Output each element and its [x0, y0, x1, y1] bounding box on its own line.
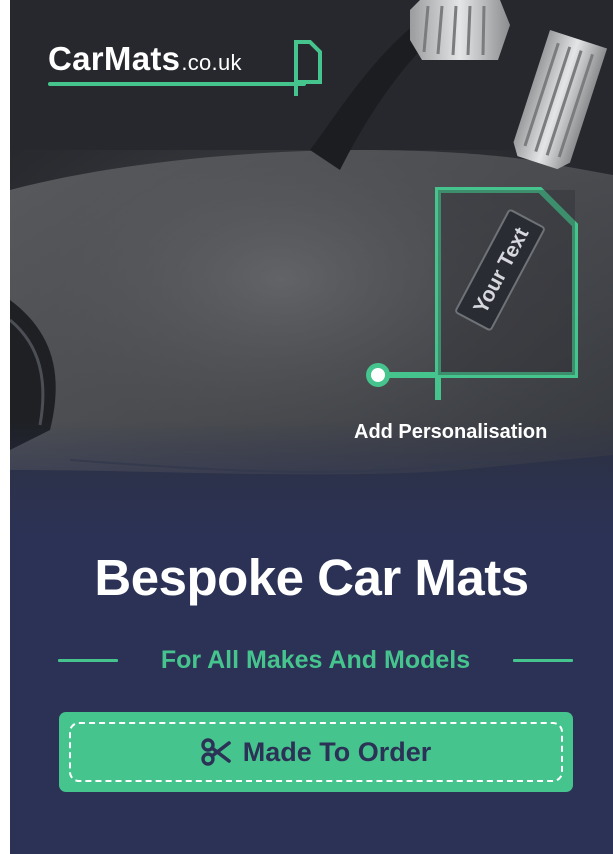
- subheadline-row: For All Makes And Models: [58, 642, 573, 678]
- logo-tld-text: .co.uk: [181, 50, 242, 75]
- scissors-icon: [201, 738, 231, 766]
- logo-underline: [48, 82, 306, 86]
- divider-right: [513, 658, 573, 662]
- add-personalisation-label: Add Personalisation: [354, 421, 548, 443]
- subheadline: For All Makes And Models: [160, 645, 471, 674]
- logo-main-text: CarMats: [48, 40, 181, 77]
- divider-left: [58, 658, 118, 662]
- logo-flag-icon: [294, 40, 322, 96]
- made-to-order-button[interactable]: Made To Order: [59, 712, 573, 792]
- brand-logo[interactable]: CarMats.co.uk: [48, 36, 328, 102]
- made-to-order-label: Made To Order: [242, 736, 432, 767]
- headline: Bespoke Car Mats: [94, 549, 529, 606]
- advert-banner: Your Text CarMats.co.uk Add Personalisat…: [10, 0, 613, 854]
